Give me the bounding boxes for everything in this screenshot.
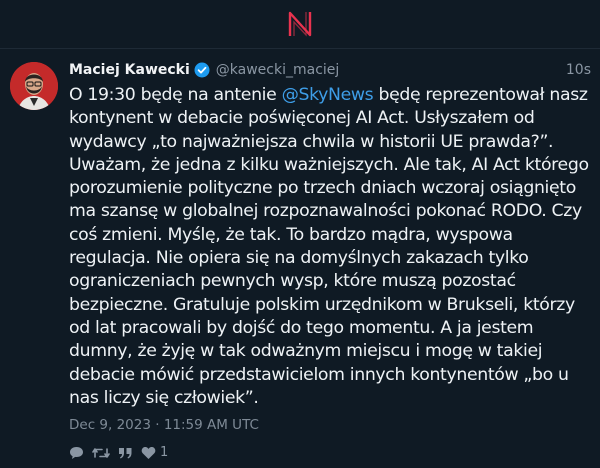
header-divider [0, 48, 600, 49]
mention-link[interactable]: @SkyNews [282, 85, 374, 105]
tweet-text-rest: będę reprezentował nasz kontynent w deba… [69, 85, 589, 408]
retweet-button[interactable] [92, 446, 110, 460]
quote-button[interactable] [118, 446, 133, 460]
tweet-time[interactable]: 10s [566, 62, 591, 78]
author-name[interactable]: Maciej Kawecki [69, 62, 190, 78]
tweet-actions: 1 [69, 445, 591, 460]
reply-button[interactable] [69, 446, 84, 460]
author-handle[interactable]: @kawecki_maciej [216, 62, 340, 78]
quote-icon [119, 447, 132, 459]
nitter-logo[interactable] [285, 9, 315, 39]
tweet-date[interactable]: Dec 9, 2023 · 11:59 AM UTC [69, 417, 591, 433]
avatar[interactable] [10, 62, 58, 110]
tweet-header: Maciej Kawecki @kawecki_maciej 10s [69, 58, 591, 82]
like-button[interactable]: 1 [141, 445, 168, 460]
like-icon [141, 446, 156, 459]
like-count: 1 [160, 445, 169, 461]
tweet-text: O 19:30 będę na antenie @SkyNews będę re… [69, 84, 591, 410]
tweet: Maciej Kawecki @kawecki_maciej 10s O 19:… [69, 58, 591, 460]
verified-icon [194, 62, 210, 78]
retweet-icon [92, 447, 110, 458]
reply-icon [70, 446, 83, 459]
tweet-text-start: O 19:30 będę na antenie [69, 85, 282, 105]
app-header [0, 0, 600, 48]
